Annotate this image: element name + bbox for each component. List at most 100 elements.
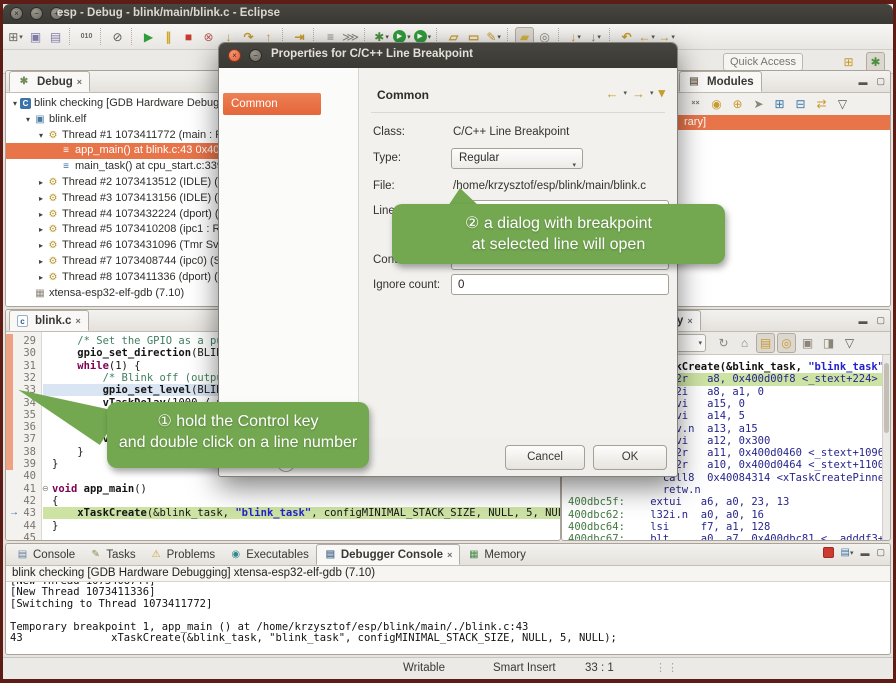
save-button[interactable]: ▣ [26, 27, 45, 47]
maximize-button[interactable]: ▢ [876, 315, 885, 326]
close-tab-icon[interactable]: × [77, 77, 82, 87]
open-new-view-button[interactable]: ▣ [798, 333, 817, 353]
debug-tree[interactable]: ▾Cblink checking [GDB Hardware Debug▾▣bl… [6, 93, 232, 306]
save-all-button[interactable]: ▤ [46, 27, 65, 47]
close-tab-icon[interactable]: × [447, 550, 452, 560]
tree-collapse-icon[interactable]: ▾ [36, 128, 46, 144]
view-menu-button[interactable]: ▽ [840, 333, 859, 353]
tree-expand-icon[interactable]: ▸ [36, 175, 46, 191]
terminate-button[interactable]: ■ [179, 27, 198, 47]
expand-all-button[interactable]: ⊞ [770, 94, 789, 114]
debug-tree-item[interactable]: ▸⚙Thread #4 1073432224 (dport) (Sus [6, 207, 232, 223]
back-button[interactable]: ← [605, 86, 618, 101]
debug-tree-item[interactable]: ▾⚙Thread #1 1073411772 (main : Runn [6, 128, 232, 144]
line-number[interactable]: 32 [6, 372, 36, 384]
debug-tree-item[interactable]: ▸⚙Thread #3 1073413156 (IDLE) (Susp [6, 191, 232, 207]
line-number[interactable]: 37 [6, 433, 36, 445]
debug-tree-item[interactable]: ▦xtensa-esp32-elf-gdb (7.10) [6, 286, 232, 302]
line-number[interactable]: 38 [6, 446, 36, 458]
minimize-button[interactable]: ▬ [858, 316, 867, 326]
debug-tree-item[interactable]: ≡app_main() at blink.c:43 0x400dbc [6, 143, 232, 159]
tree-expand-icon[interactable]: ▸ [36, 270, 46, 286]
view-menu-button[interactable]: ▽ [833, 94, 852, 114]
load-symbols-button[interactable]: ◉ [707, 94, 726, 114]
home-button[interactable]: ⌂ [735, 333, 754, 353]
maximize-button[interactable]: ▢ [876, 76, 885, 87]
close-tab-icon[interactable]: × [75, 316, 80, 326]
line-number[interactable]: 42 [6, 495, 36, 507]
new-wizard-button[interactable]: ⊞▾ [6, 27, 25, 47]
tab-problems[interactable]: ⚠Problems [143, 544, 223, 565]
open-perspective-button[interactable]: ⊞ [839, 52, 858, 72]
remove-console-button[interactable] [823, 547, 834, 558]
tree-expand-icon[interactable]: ▸ [36, 222, 46, 238]
tree-collapse-icon[interactable]: ▾ [10, 96, 20, 112]
line-number[interactable]: 41 [6, 483, 36, 495]
load-symbols-all-button[interactable]: ⊕ [728, 94, 747, 114]
minimize-button[interactable]: ▬ [860, 548, 869, 558]
maximize-button[interactable]: ▢ [876, 547, 885, 558]
window-titlebar[interactable]: ×−+ esp - Debug - blink/main/blink.c - E… [3, 4, 893, 24]
tab-executables[interactable]: ◉Executables [222, 544, 316, 565]
select-pointer-button[interactable]: ➤ [749, 94, 768, 114]
build-binary-button[interactable]: 010 [77, 27, 96, 47]
fold-collapse-icon[interactable]: ⊖ [42, 484, 49, 493]
tab-debug[interactable]: ✱ Debug × [9, 71, 90, 92]
console-output[interactable]: [New Thread 1073408744][New Thread 10734… [6, 581, 890, 654]
line-number[interactable]: 35 [6, 409, 36, 421]
debug-perspective-button[interactable]: ✱ [866, 52, 885, 72]
skip-all-breakpoints-button[interactable]: ⊘ [108, 27, 127, 47]
ignore-count-input[interactable] [451, 274, 669, 295]
dialog-titlebar[interactable]: × − Properties for C/C++ Line Breakpoint [219, 43, 677, 68]
forward-button[interactable]: → [632, 86, 645, 101]
type-select[interactable]: Regular ▾ [451, 148, 583, 169]
line-number[interactable]: 44 [6, 520, 36, 532]
minimize-button[interactable]: ▬ [858, 77, 867, 87]
link-with-debug-button[interactable]: ⇄ [812, 94, 831, 114]
collapse-all-button[interactable]: ⊟ [791, 94, 810, 114]
line-number[interactable]: 30 [6, 347, 36, 359]
close-tab-icon[interactable]: × [687, 316, 692, 326]
cancel-button[interactable]: Cancel [505, 445, 585, 470]
tree-expand-icon[interactable]: ▸ [36, 238, 46, 254]
debug-tree-item[interactable]: ▾▣blink.elf [6, 112, 232, 128]
tree-expand-icon[interactable]: ▸ [36, 191, 46, 207]
dialog-minimize-button[interactable]: − [249, 49, 262, 62]
debug-tree-item[interactable]: ▾Cblink checking [GDB Hardware Debug [6, 96, 232, 112]
remove-all-modules-button[interactable]: ×× [686, 94, 705, 114]
dialog-close-button[interactable]: × [228, 49, 241, 62]
resume-button[interactable]: ▶ [139, 27, 158, 47]
view-menu-button[interactable]: ▾ [658, 85, 665, 101]
line-number[interactable]: 40 [6, 470, 36, 482]
tab-modules[interactable]: ▤ Modules [679, 71, 762, 92]
tree-expand-icon[interactable]: ▸ [36, 254, 46, 270]
scrollbar-thumb[interactable] [884, 363, 889, 433]
refresh-view-button[interactable]: ↻ [714, 333, 733, 353]
line-number[interactable]: 36 [6, 421, 36, 433]
debug-tree-item[interactable]: ▸⚙Thread #2 1073413512 (IDLE) (Susp [6, 175, 232, 191]
line-number[interactable]: 39 [6, 458, 36, 470]
line-number[interactable]: 31 [6, 360, 36, 372]
debug-tree-item[interactable]: ▸⚙Thread #7 1073408744 (ipc0) (Susp [6, 254, 232, 270]
sync-with-active-context-button[interactable]: ◎ [777, 333, 796, 353]
tree-expand-icon[interactable]: ▸ [36, 207, 46, 223]
display-console-button[interactable]: ▤▾ [841, 547, 854, 558]
suspend-button[interactable]: ∥ [159, 27, 178, 47]
tree-collapse-icon[interactable]: ▾ [23, 112, 33, 128]
tab-tasks[interactable]: ✎Tasks [82, 544, 142, 565]
close-window-button[interactable]: × [10, 7, 23, 20]
tab-memory[interactable]: ▦Memory [460, 544, 533, 565]
minimize-window-button[interactable]: − [30, 7, 43, 20]
line-number[interactable]: 29 [6, 335, 36, 347]
line-number[interactable]: 45 [6, 532, 36, 541]
show-source-button[interactable]: ▤ [756, 333, 775, 353]
pin-view-button[interactable]: ◨ [819, 333, 838, 353]
debug-tree-item[interactable]: ▸⚙Thread #6 1073431096 (Tmr Svc) (S [6, 238, 232, 254]
debug-tree-item[interactable]: ≡main_task() at cpu_start.c:339 0x4 [6, 159, 232, 175]
tab-debugger-console[interactable]: ▤Debugger Console× [316, 544, 461, 565]
scrollbar[interactable] [882, 355, 890, 540]
tab-console[interactable]: ▤Console [9, 544, 82, 565]
nav-item-common[interactable]: Common [223, 93, 321, 115]
ok-button[interactable]: OK [593, 445, 667, 470]
tab-blink-c[interactable]: c blink.c × [9, 310, 89, 331]
